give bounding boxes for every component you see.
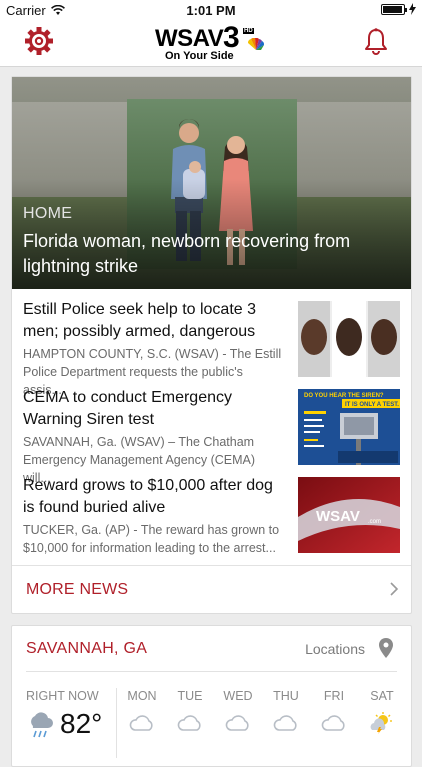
- story-title: Estill Police seek help to locate 3 men;…: [23, 301, 257, 340]
- cloud-icon: [321, 715, 345, 731]
- story-title: Reward grows to $10,000 after dog is fou…: [23, 477, 273, 516]
- siren-thumb-subline: IT IS ONLY A TEST.: [345, 402, 399, 408]
- cloud-icon: [129, 715, 153, 731]
- hero-title: Florida woman, newborn recovering from l…: [23, 231, 351, 276]
- logo-tagline: On Your Side: [165, 50, 234, 62]
- story-item[interactable]: Estill Police seek help to locate 3 men;…: [12, 289, 411, 397]
- story-text: Reward grows to $10,000 after dog is fou…: [23, 475, 285, 557]
- story-thumbnail-siren: DO YOU HEAR THE SIREN? IT IS ONLY A TEST…: [298, 389, 400, 465]
- clock: 1:01 PM: [186, 3, 236, 18]
- forecast-day-label: FRI: [323, 689, 345, 703]
- chevron-right-icon: [390, 582, 399, 596]
- notifications-bell-icon[interactable]: [364, 28, 388, 56]
- wsav-logo: WSAV 3 HD On Your Side: [155, 21, 267, 63]
- weather-divider: [26, 671, 397, 672]
- forecast-day-label: SAT: [370, 689, 394, 703]
- story-item[interactable]: Reward grows to $10,000 after dog is fou…: [12, 465, 411, 555]
- forecast-day-label: TUE: [177, 689, 203, 703]
- battery-fill: [383, 5, 402, 13]
- status-bar: Carrier 1:01 PM: [0, 0, 422, 22]
- cloud-icon: [177, 715, 201, 731]
- forecast-day-label: WED: [223, 689, 253, 703]
- wsav-thumb-text: WSAV: [316, 508, 360, 525]
- nbc-peacock-icon: [247, 38, 265, 50]
- rain-cloud-icon: [31, 712, 53, 738]
- hero-category: HOME: [23, 205, 73, 222]
- location-pin-icon[interactable]: [379, 638, 393, 658]
- weather-card: SAVANNAH, GA Locations RIGHT NOW 82° MON…: [11, 625, 412, 767]
- story-title: CEMA to conduct Emergency Warning Siren …: [23, 389, 232, 428]
- weather-location[interactable]: SAVANNAH, GA: [26, 640, 147, 658]
- news-card: HOME Florida woman, newborn recovering f…: [11, 76, 412, 614]
- more-news-label: MORE NEWS: [26, 581, 129, 598]
- logo-wordmark: WSAV: [155, 25, 224, 52]
- nav-bar: WSAV 3 HD On Your Side: [0, 21, 422, 67]
- sun-thunderstorm-icon: [370, 712, 392, 734]
- story-thumbnail-mugshots: [298, 301, 400, 377]
- cloud-icon: [225, 715, 249, 731]
- wsav-thumb-suffix: .com: [368, 519, 381, 525]
- siren-thumb-headline: DO YOU HEAR THE SIREN?: [304, 393, 384, 399]
- story-summary: TUCKER, Ga. (AP) - The reward has grown …: [23, 523, 280, 555]
- forecast-day-label: THU: [273, 689, 299, 703]
- story-item[interactable]: CEMA to conduct Emergency Warning Siren …: [12, 377, 411, 485]
- current-temperature: 82°: [60, 708, 103, 739]
- story-thumbnail-wsav-placeholder: WSAV .com: [298, 477, 400, 553]
- logo-hd-badge: HD: [243, 28, 254, 34]
- locations-button[interactable]: Locations: [305, 641, 365, 657]
- more-news-button[interactable]: MORE NEWS: [12, 565, 411, 614]
- forecast-day-label: MON: [127, 689, 157, 703]
- settings-gear-icon[interactable]: [24, 26, 54, 56]
- right-now-label: RIGHT NOW: [26, 689, 99, 703]
- battery-group: [381, 3, 416, 15]
- cloud-icon: [273, 715, 297, 731]
- battery-icon: [381, 3, 407, 15]
- hero-story[interactable]: HOME Florida woman, newborn recovering f…: [12, 77, 411, 289]
- charging-bolt-icon: [409, 3, 416, 15]
- forecast-divider: [116, 688, 117, 758]
